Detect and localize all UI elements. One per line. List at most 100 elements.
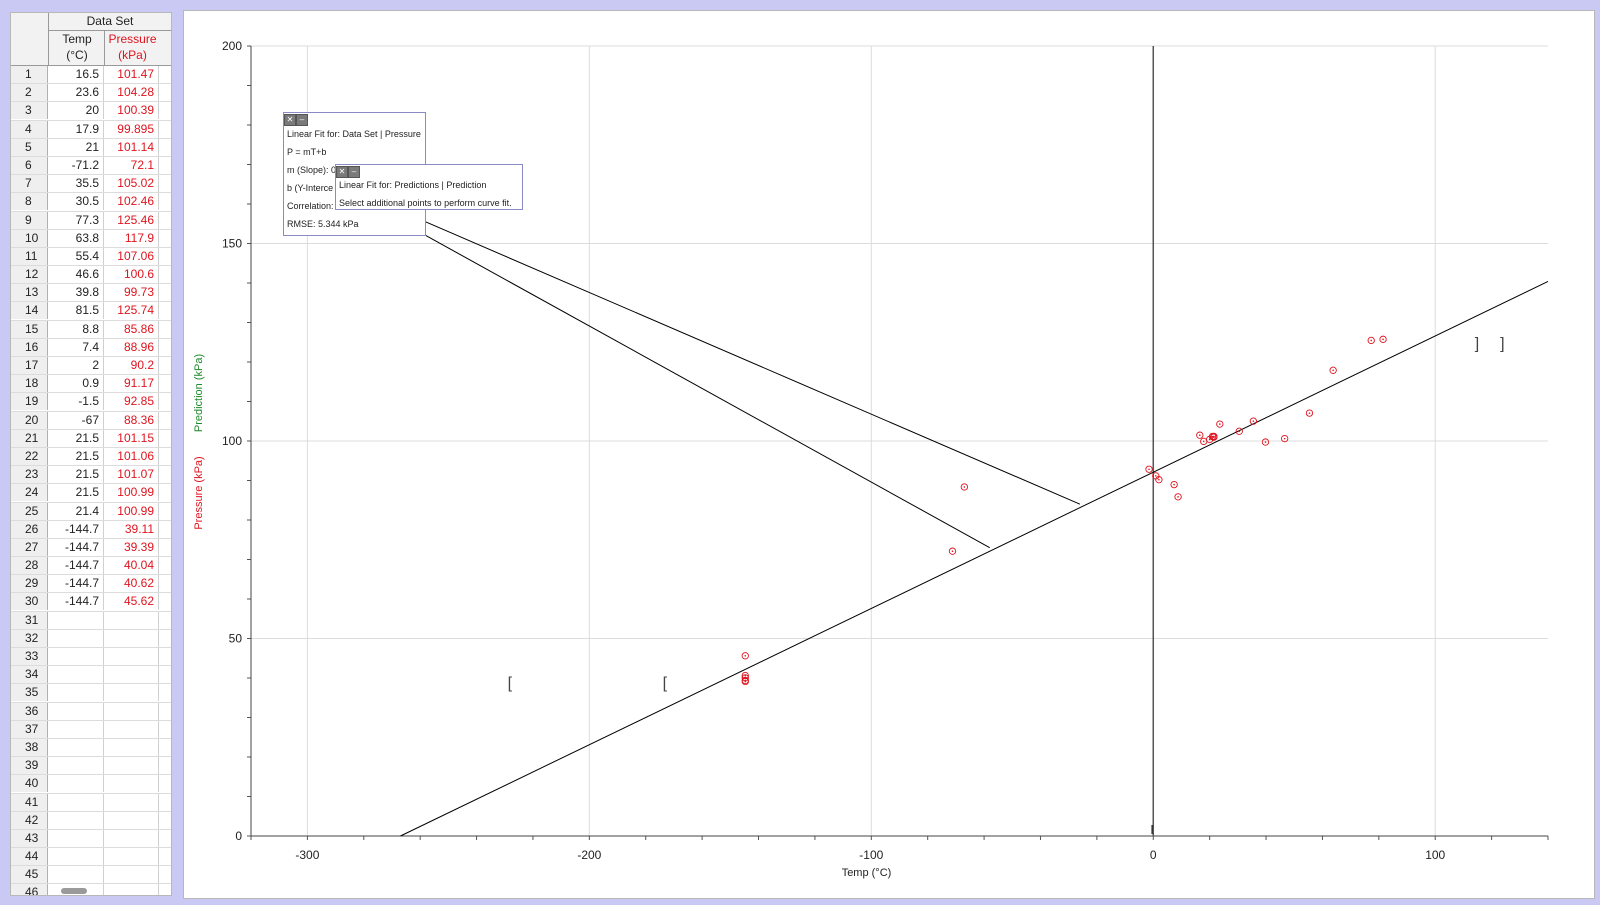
cell-pressure[interactable]: 99.73: [104, 284, 159, 302]
cell-pressure[interactable]: 101.14: [104, 138, 159, 156]
y-axis-label-pressure[interactable]: Pressure (kPa): [193, 456, 205, 529]
table-row[interactable]: 9 77.3 125.46: [11, 211, 171, 230]
table-row[interactable]: 13 39.8 99.73: [11, 284, 171, 303]
table-row[interactable]: 36: [11, 702, 171, 721]
cell-pressure[interactable]: 105.02: [104, 175, 159, 193]
table-row[interactable]: 33: [11, 648, 171, 667]
cell-pressure[interactable]: 40.62: [104, 575, 159, 593]
range-bracket-marker[interactable]: [: [663, 675, 668, 692]
column-header-pressure[interactable]: Pressure (kPa): [104, 31, 160, 65]
table-row[interactable]: 40: [11, 775, 171, 794]
table-row[interactable]: 22 21.5 101.06: [11, 447, 171, 467]
cell-temp[interactable]: [48, 720, 104, 738]
table-row[interactable]: 32: [11, 629, 171, 648]
cell-pressure[interactable]: 39.11: [104, 520, 159, 538]
cell-temp[interactable]: 23.6: [48, 84, 104, 102]
table-row[interactable]: 42: [11, 811, 171, 830]
scrollbar-thumb[interactable]: [61, 888, 87, 894]
table-row[interactable]: 14 81.5 125.74: [11, 302, 171, 321]
cell-pressure[interactable]: 85.86: [104, 320, 159, 338]
cell-temp[interactable]: 20: [48, 102, 104, 120]
table-row[interactable]: 44: [11, 848, 171, 867]
table-row[interactable]: 25 21.4 100.99: [11, 502, 171, 521]
cell-pressure[interactable]: [104, 738, 159, 756]
cell-pressure[interactable]: 88.96: [104, 338, 159, 356]
dataset-title[interactable]: Data Set: [48, 13, 171, 31]
table-row[interactable]: 43: [11, 829, 171, 849]
cell-pressure[interactable]: 39.39: [104, 538, 159, 556]
cell-pressure[interactable]: 88.36: [104, 411, 159, 429]
table-row[interactable]: 30 -144.7 45.62: [11, 593, 171, 612]
cell-pressure[interactable]: 101.47: [104, 66, 159, 83]
cell-pressure[interactable]: 100.99: [104, 502, 159, 520]
cell-temp[interactable]: 81.5: [48, 302, 104, 320]
cell-pressure[interactable]: 101.15: [104, 429, 159, 447]
cell-temp[interactable]: 16.5: [48, 66, 104, 83]
cell-temp[interactable]: 21.5: [48, 484, 104, 502]
cell-pressure[interactable]: 99.895: [104, 120, 159, 138]
table-row[interactable]: 7 35.5 105.02: [11, 175, 171, 194]
column-header-temp[interactable]: Temp (°C): [48, 31, 105, 65]
cell-pressure[interactable]: [104, 666, 159, 684]
table-row[interactable]: 29 -144.7 40.62: [11, 575, 171, 594]
cell-temp[interactable]: [48, 684, 104, 702]
table-row[interactable]: 21 21.5 101.15: [11, 429, 171, 448]
cell-temp[interactable]: 63.8: [48, 229, 104, 247]
table-row[interactable]: 38: [11, 738, 171, 758]
table-row[interactable]: 18 0.9 91.17: [11, 375, 171, 394]
table-row[interactable]: 1 16.5 101.47: [11, 66, 171, 85]
table-row[interactable]: 39: [11, 757, 171, 776]
cell-pressure[interactable]: 102.46: [104, 193, 159, 211]
cell-pressure[interactable]: 125.74: [104, 302, 159, 320]
table-row[interactable]: 31: [11, 611, 171, 630]
cell-pressure[interactable]: [104, 684, 159, 702]
cell-temp[interactable]: 77.3: [48, 211, 104, 229]
cursor-handle-icon[interactable]: I: [1150, 822, 1154, 837]
table-horizontal-scrollbar[interactable]: [21, 886, 171, 895]
cell-temp[interactable]: -144.7: [48, 593, 104, 611]
cell-temp[interactable]: -1.5: [48, 393, 104, 411]
table-row[interactable]: 19 -1.5 92.85: [11, 393, 171, 412]
cell-temp[interactable]: 39.8: [48, 284, 104, 302]
graph-panel[interactable]: -300 -200 -100 0 100 0 50 100 150 200 Temp (°C) Pre…: [183, 10, 1595, 899]
cell-pressure[interactable]: [104, 866, 159, 884]
cell-pressure[interactable]: 101.07: [104, 466, 159, 484]
table-row[interactable]: 23 21.5 101.07: [11, 466, 171, 485]
cell-temp[interactable]: 21.5: [48, 466, 104, 484]
cell-pressure[interactable]: 40.04: [104, 557, 159, 575]
cell-temp[interactable]: [48, 757, 104, 775]
range-bracket-marker[interactable]: ]: [1500, 335, 1504, 352]
cell-temp[interactable]: [48, 811, 104, 829]
cell-temp[interactable]: 21.5: [48, 447, 104, 465]
cell-temp[interactable]: 30.5: [48, 193, 104, 211]
cell-temp[interactable]: [48, 829, 104, 847]
cell-pressure[interactable]: 72.1: [104, 156, 159, 174]
cell-temp[interactable]: 8.8: [48, 320, 104, 338]
cell-pressure[interactable]: [104, 757, 159, 775]
cell-pressure[interactable]: 101.06: [104, 447, 159, 465]
cell-temp[interactable]: -67: [48, 411, 104, 429]
table-row[interactable]: 27 -144.7 39.39: [11, 538, 171, 558]
cell-temp[interactable]: 21: [48, 138, 104, 156]
cell-temp[interactable]: [48, 866, 104, 884]
cell-temp[interactable]: 46.6: [48, 266, 104, 284]
linear-fit-box-prediction[interactable]: ✕ – Linear Fit for: Predictions | Predic…: [335, 164, 523, 210]
cell-temp[interactable]: 35.5: [48, 175, 104, 193]
range-bracket-marker[interactable]: [: [508, 675, 513, 692]
cell-pressure[interactable]: 107.06: [104, 247, 159, 265]
table-row[interactable]: 35: [11, 684, 171, 703]
table-row[interactable]: 2 23.6 104.28: [11, 84, 171, 103]
cell-temp[interactable]: [48, 775, 104, 793]
cell-temp[interactable]: [48, 848, 104, 866]
table-row[interactable]: 16 7.4 88.96: [11, 338, 171, 357]
cell-pressure[interactable]: [104, 775, 159, 793]
cell-temp[interactable]: 7.4: [48, 338, 104, 356]
cell-temp[interactable]: 17.9: [48, 120, 104, 138]
cell-pressure[interactable]: 100.39: [104, 102, 159, 120]
cell-temp[interactable]: [48, 666, 104, 684]
cell-temp[interactable]: -144.7: [48, 538, 104, 556]
cell-pressure[interactable]: 92.85: [104, 393, 159, 411]
cell-temp[interactable]: 21.5: [48, 429, 104, 447]
table-row[interactable]: 15 8.8 85.86: [11, 320, 171, 339]
table-row[interactable]: 6 -71.2 72.1: [11, 156, 171, 176]
